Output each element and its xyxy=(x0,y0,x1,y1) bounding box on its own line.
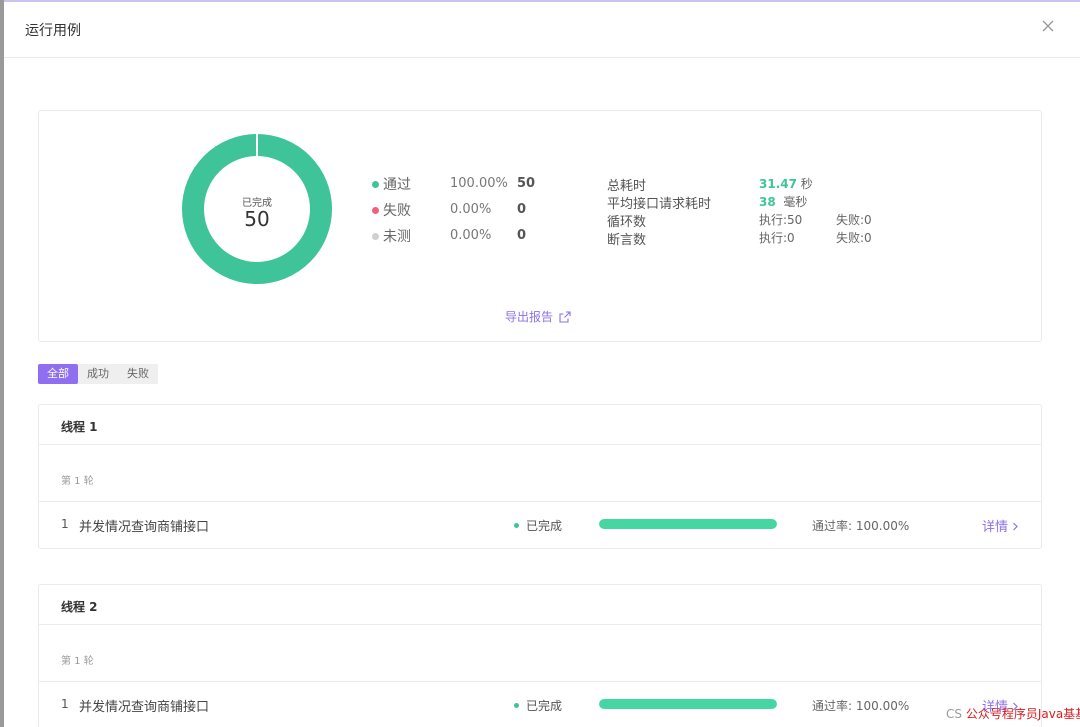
export-report-label: 导出报告 xyxy=(505,310,554,324)
result-legend: 通过 100.00% 50 失败 0.00% 0 未测 0.00% 0 xyxy=(372,173,572,251)
stat-label: 断言数 xyxy=(607,233,647,248)
avg-time-unit: 毫秒 xyxy=(783,195,808,209)
run-stats: 总耗时 31.47 秒 平均接口请求耗时 38 毫秒 循环数 执行:50 失败:… xyxy=(607,175,907,248)
status-dot-icon xyxy=(514,523,519,528)
legend-count: 50 xyxy=(517,176,536,191)
stat-loops: 循环数 执行:50 失败:0 xyxy=(607,211,907,230)
case-name: 并发情况查询商铺接口 xyxy=(79,520,210,535)
donut-count: 50 xyxy=(244,207,270,231)
legend-item-pass: 通过 100.00% 50 xyxy=(372,173,572,199)
thread-card: 线程 2 第 1 轮 1 并发情况查询商铺接口 已完成 通过率: 100.00%… xyxy=(38,584,1042,727)
legend-name: 通过 xyxy=(383,177,411,193)
loop-exec: 执行:50 xyxy=(759,213,803,227)
external-link-icon xyxy=(559,311,571,323)
run-summary-panel: 已完成 50 通过 100.00% 50 失败 0.00% 0 未测 0.00%… xyxy=(38,110,1042,342)
thread-title: 线程 1 xyxy=(61,420,98,434)
chevron-right-icon xyxy=(1013,522,1019,531)
case-index: 1 xyxy=(61,697,69,711)
export-report-link[interactable]: 导出报告 xyxy=(505,308,571,325)
case-status: 已完成 xyxy=(526,699,563,713)
total-time-number: 31.47 xyxy=(759,177,797,191)
untested-dot-icon xyxy=(372,233,379,240)
legend-percent: 100.00% xyxy=(450,176,508,191)
case-detail-link[interactable]: 详情 xyxy=(982,516,1019,535)
round-label: 第 1 轮 xyxy=(61,476,94,487)
case-progress-bar xyxy=(599,519,777,529)
close-button[interactable] xyxy=(1038,16,1058,36)
case-progress-bar xyxy=(599,699,777,709)
case-row: 1 并发情况查询商铺接口 已完成 通过率: 100.00% 详情 xyxy=(39,502,1041,548)
watermark: CS 公众号程序员Java基基 xyxy=(946,705,1080,722)
round-row: 第 1 轮 xyxy=(39,445,1041,502)
dialog-title: 运行用例 xyxy=(25,23,81,39)
total-time-unit: 秒 xyxy=(800,177,813,191)
legend-item-untested: 未测 0.00% 0 xyxy=(372,225,572,251)
tab-success[interactable]: 成功 xyxy=(78,364,118,384)
watermark-prefix: CS xyxy=(946,707,962,721)
close-icon xyxy=(1042,20,1054,32)
thread-title: 线程 2 xyxy=(61,600,98,614)
watermark-text: 公众号程序员Java基基 xyxy=(965,707,1080,721)
thread-header: 线程 1 xyxy=(39,405,1041,445)
tab-failed[interactable]: 失败 xyxy=(118,364,158,384)
case-index: 1 xyxy=(61,517,69,531)
pass-dot-icon xyxy=(372,181,379,188)
detail-label: 详情 xyxy=(982,520,1009,535)
case-status: 已完成 xyxy=(526,519,563,533)
tab-all[interactable]: 全部 xyxy=(38,364,78,384)
legend-item-fail: 失败 0.00% 0 xyxy=(372,199,572,225)
thread-header: 线程 2 xyxy=(39,585,1041,625)
progress-fill xyxy=(599,519,777,529)
legend-percent: 0.00% xyxy=(450,228,492,243)
case-pass-rate: 通过率: 100.00% xyxy=(812,519,910,533)
case-pass-rate: 通过率: 100.00% xyxy=(812,699,910,713)
avg-time-number: 38 xyxy=(759,195,776,209)
dialog-header: 运行用例 xyxy=(4,2,1080,58)
stat-assertions: 断言数 执行:0 失败:0 xyxy=(607,229,907,248)
legend-count: 0 xyxy=(517,228,527,243)
stat-avg-time: 平均接口请求耗时 38 毫秒 xyxy=(607,193,907,212)
stat-value: 38 毫秒 xyxy=(759,193,807,210)
result-filter-tabs: 全部 成功 失败 xyxy=(38,364,158,384)
legend-count: 0 xyxy=(517,202,527,217)
legend-name: 未测 xyxy=(383,229,411,245)
progress-fill xyxy=(599,699,777,709)
legend-name: 失败 xyxy=(383,203,411,219)
loop-fail: 失败:0 xyxy=(836,213,872,227)
stat-label: 总耗时 xyxy=(607,179,647,194)
donut-center: 已完成 50 xyxy=(181,133,333,285)
stat-total-time: 总耗时 31.47 秒 xyxy=(607,175,907,194)
fail-dot-icon xyxy=(372,207,379,214)
case-row: 1 并发情况查询商铺接口 已完成 通过率: 100.00% 详情 xyxy=(39,682,1041,727)
assert-exec: 执行:0 xyxy=(759,231,795,245)
stat-label: 平均接口请求耗时 xyxy=(607,197,712,212)
status-dot-icon xyxy=(514,703,519,708)
legend-percent: 0.00% xyxy=(450,202,492,217)
stat-label: 循环数 xyxy=(607,215,647,230)
round-row: 第 1 轮 xyxy=(39,625,1041,682)
stat-value: 31.47 秒 xyxy=(759,175,813,192)
assert-fail: 失败:0 xyxy=(836,231,872,245)
case-name: 并发情况查询商铺接口 xyxy=(79,700,210,715)
thread-card: 线程 1 第 1 轮 1 并发情况查询商铺接口 已完成 通过率: 100.00%… xyxy=(38,404,1042,549)
round-label: 第 1 轮 xyxy=(61,656,94,667)
